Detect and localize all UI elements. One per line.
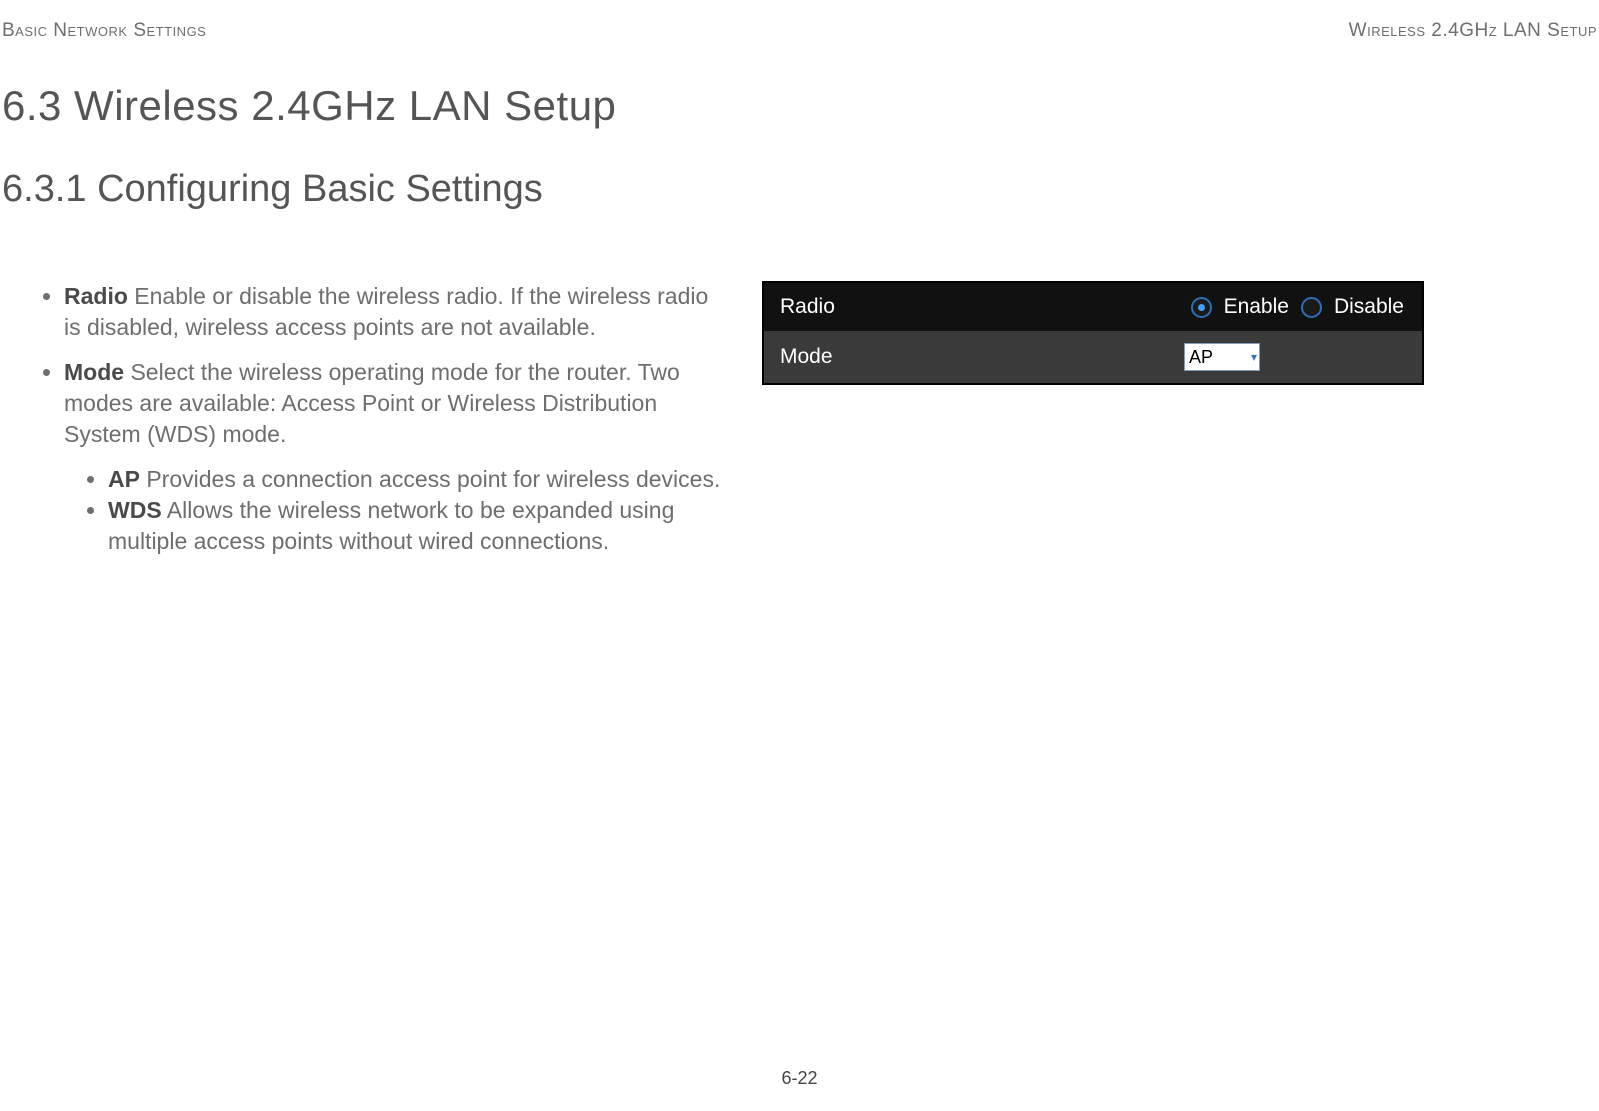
- inset-radio-label: Radio: [780, 295, 1100, 319]
- desc-wds-term: WDS: [108, 497, 162, 523]
- radio-group: Enable Disable: [1191, 295, 1404, 319]
- mode-select[interactable]: AP ▾: [1184, 343, 1260, 371]
- header-left: Basic Network Settings: [2, 20, 206, 42]
- chevron-down-icon: ▾: [1251, 350, 1257, 364]
- inset-row-radio: Radio Enable Disable: [764, 283, 1422, 331]
- section-title: 6.3 Wireless 2.4GHz LAN Setup: [2, 82, 1599, 130]
- desc-ap-text: Provides a connection access point for w…: [140, 466, 720, 492]
- desc-radio-term: Radio: [64, 283, 128, 309]
- radio-enable[interactable]: [1191, 297, 1212, 318]
- desc-radio-text: Enable or disable the wireless radio. If…: [64, 283, 708, 340]
- desc-ap-term: AP: [108, 466, 140, 492]
- desc-wds-text: Allows the wireless network to be expand…: [108, 497, 674, 554]
- header-right: Wireless 2.4GHz LAN Setup: [1349, 20, 1597, 42]
- desc-wds-item: WDS Allows the wireless network to be ex…: [108, 495, 722, 557]
- subsection-title: 6.3.1 Configuring Basic Settings: [2, 168, 1599, 211]
- desc-ap-item: AP Provides a connection access point fo…: [108, 464, 722, 495]
- desc-mode-item: Mode Select the wireless operating mode …: [64, 357, 722, 557]
- settings-inset: Radio Enable Disable Mode AP ▾: [762, 281, 1424, 385]
- desc-mode-term: Mode: [64, 359, 124, 385]
- page-footer: 6-22: [0, 1068, 1599, 1089]
- inset-row-mode: Mode AP ▾: [764, 331, 1422, 383]
- mode-select-value: AP: [1189, 347, 1213, 368]
- desc-mode-text: Select the wireless operating mode for t…: [64, 359, 680, 447]
- radio-disable-label: Disable: [1334, 295, 1404, 319]
- desc-radio-item: Radio Enable or disable the wireless rad…: [64, 281, 722, 343]
- inset-mode-label: Mode: [780, 345, 1100, 369]
- radio-disable[interactable]: [1301, 297, 1322, 318]
- radio-enable-label: Enable: [1224, 295, 1289, 319]
